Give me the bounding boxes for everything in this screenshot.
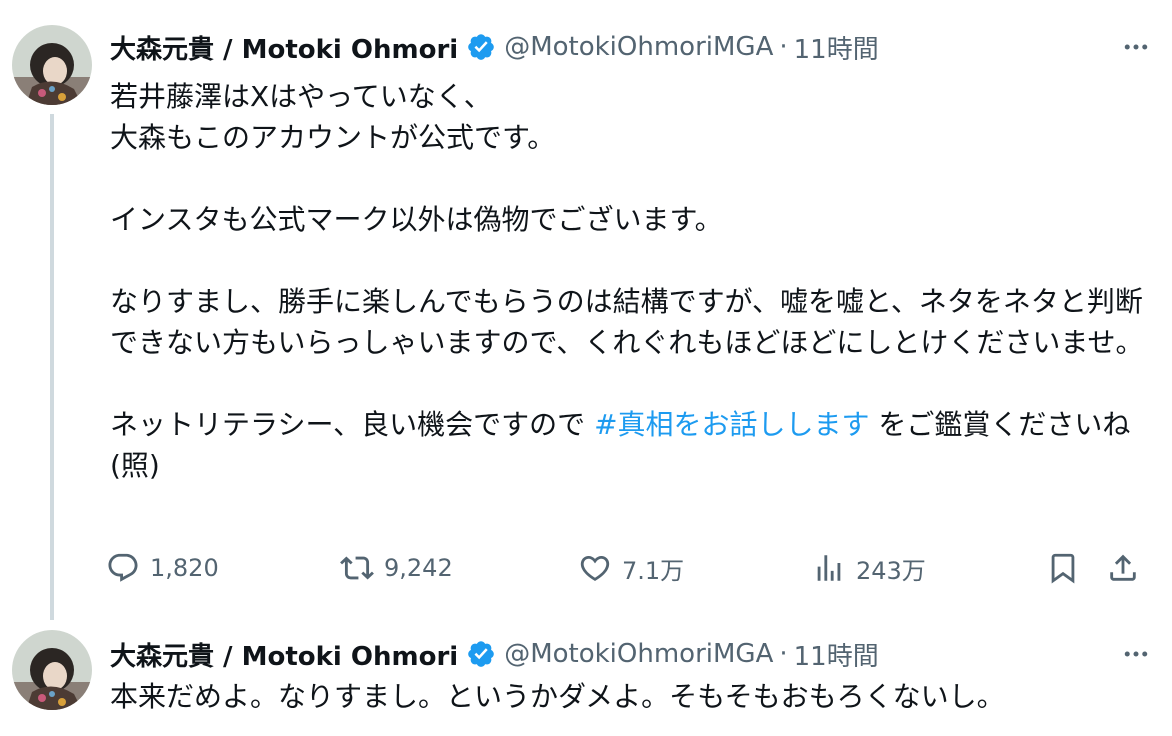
tweet-text-part: 若井藤澤はXはやっていなく、 大森もこのアカウントが公式です。 インスタも公式マ… — [110, 80, 1144, 441]
share-button[interactable] — [1106, 544, 1140, 592]
share-icon — [1110, 554, 1136, 581]
avatar[interactable] — [12, 630, 92, 710]
action-bar: 1,820 9,242 7.1万 243万 — [106, 544, 1146, 592]
like-count: 7.1万 — [622, 556, 685, 585]
handle[interactable]: @MotokiOhmoriMGA — [504, 32, 773, 62]
reply-count: 1,820 — [150, 554, 219, 582]
tweet-header: 大森元貴 / Motoki Ohmori @MotokiOhmoriMGA · … — [110, 27, 879, 67]
tweet[interactable]: 大森元貴 / Motoki Ohmori @MotokiOhmoriMGA · … — [0, 620, 1172, 736]
tweet-text: 若井藤澤はXはやっていなく、 大森もこのアカウントが公式です。 インスタも公式マ… — [110, 76, 1150, 486]
views-icon — [817, 555, 841, 581]
display-name[interactable]: 大森元貴 / Motoki Ohmori — [110, 636, 458, 673]
avatar[interactable] — [12, 25, 92, 105]
like-icon — [580, 555, 610, 581]
tweet-header: 大森元貴 / Motoki Ohmori @MotokiOhmoriMGA · … — [110, 634, 879, 674]
retweet-count: 9,242 — [384, 554, 453, 582]
display-name[interactable]: 大森元貴 / Motoki Ohmori — [110, 29, 458, 66]
hashtag-link[interactable]: #真相をお話しします — [594, 408, 869, 441]
views-button[interactable]: 243万 — [812, 544, 926, 592]
bookmark-icon — [1051, 553, 1075, 584]
separator: · — [779, 639, 788, 669]
retweet-icon — [340, 556, 374, 580]
verified-badge-icon — [466, 32, 496, 62]
verified-badge-icon — [466, 639, 496, 669]
like-button[interactable]: 7.1万 — [578, 544, 684, 592]
tweet-text: 本来だめよ。なりすまし。というかダメよ。そもそもおもろくないし。 — [110, 680, 1005, 713]
more-icon[interactable] — [1116, 27, 1156, 67]
reply-icon — [108, 553, 138, 582]
handle[interactable]: @MotokiOhmoriMGA — [504, 639, 773, 669]
retweet-button[interactable]: 9,242 — [340, 544, 453, 592]
timestamp[interactable]: 11時間 — [794, 29, 879, 66]
timestamp[interactable]: 11時間 — [794, 636, 879, 673]
more-icon[interactable] — [1116, 634, 1156, 674]
tweet[interactable]: 大森元貴 / Motoki Ohmori @MotokiOhmoriMGA · … — [0, 0, 1172, 620]
reply-button[interactable]: 1,820 — [106, 544, 219, 592]
separator: · — [779, 32, 788, 62]
thread-line — [50, 114, 54, 620]
views-count: 243万 — [856, 556, 926, 585]
bookmark-button[interactable] — [1046, 544, 1080, 592]
